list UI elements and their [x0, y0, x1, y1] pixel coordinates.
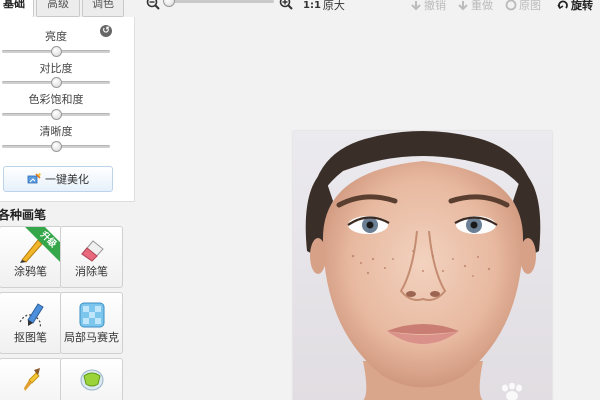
brightness-label: 亮度 — [45, 30, 67, 43]
local-mosaic-label: 局部马赛克 — [64, 331, 119, 344]
one-click-beautify-button[interactable]: 一键美化 — [3, 166, 113, 192]
sharpness-label: 清晰度 — [39, 125, 73, 138]
zoom-slider[interactable] — [166, 0, 274, 3]
paint-brush-tool[interactable] — [0, 358, 62, 400]
undo-label: 撤销 — [424, 0, 446, 12]
tab-advanced[interactable]: 高级 — [36, 0, 80, 17]
brushes-title: 各种画笔 — [0, 208, 47, 222]
rotate-label: 旋转 — [571, 0, 593, 12]
original-image-button[interactable]: 原图 — [505, 0, 541, 13]
rotate-button[interactable]: 旋转 — [557, 0, 593, 13]
zoom-in-icon[interactable] — [279, 0, 293, 10]
cutout-pen-label: 抠图笔 — [14, 331, 47, 344]
paint-bucket-icon — [80, 369, 103, 391]
cutout-pen-tool[interactable]: 抠图笔 — [0, 292, 62, 354]
original-image-label: 原图 — [519, 0, 541, 12]
saturation-label: 色彩饱和度 — [28, 93, 84, 106]
redo-button[interactable]: 重做 — [457, 0, 493, 13]
cutout-pen-icon — [18, 303, 44, 329]
contrast-label: 对比度 — [39, 62, 73, 75]
adjust-panel: ↺ 亮度 对比度 色彩饱和度 清晰度 一键美化 — [0, 17, 135, 202]
paint-brush-icon — [23, 368, 40, 391]
original-image-icon — [505, 0, 517, 11]
saturation-slider[interactable] — [2, 109, 110, 120]
saturation-slider-thumb[interactable] — [51, 109, 62, 120]
paw-watermark-icon — [502, 383, 522, 400]
undo-button[interactable]: 撤销 — [410, 0, 446, 13]
redo-icon — [458, 1, 468, 11]
rotate-icon — [557, 0, 568, 10]
eraser-label: 消除笔 — [75, 265, 108, 278]
brightness-slider[interactable] — [2, 46, 110, 57]
doodle-pen-label: 涂鸦笔 — [14, 265, 47, 278]
redo-label: 重做 — [471, 0, 493, 12]
one-click-beautify-label: 一键美化 — [45, 173, 89, 186]
local-mosaic-tool[interactable]: 局部马赛克 — [60, 292, 123, 354]
paint-bucket-tool[interactable] — [60, 358, 123, 400]
brightness-slider-thumb[interactable] — [51, 46, 62, 57]
zoom-out-icon[interactable] — [146, 0, 160, 10]
mosaic-icon — [79, 302, 104, 328]
contrast-slider-thumb[interactable] — [51, 77, 62, 88]
tab-color-tone[interactable]: 调色 — [82, 0, 124, 17]
eraser-icon — [80, 240, 104, 262]
original-size-label: 原大 — [322, 0, 345, 12]
contrast-slider[interactable] — [2, 77, 110, 88]
sharpness-slider-thumb[interactable] — [51, 141, 62, 152]
eraser-tool[interactable]: 消除笔 — [60, 226, 123, 288]
tab-basic[interactable]: 基础 — [0, 0, 34, 17]
portrait-image — [293, 131, 552, 400]
photo-canvas[interactable] — [293, 131, 552, 400]
original-size-ratio: 1:1 — [303, 0, 321, 11]
zoom-slider-thumb[interactable] — [163, 0, 175, 7]
undo-icon — [411, 1, 421, 11]
doodle-pen-tool[interactable]: 升级 涂鸦笔 — [0, 226, 62, 288]
sharpness-slider[interactable] — [2, 141, 110, 152]
original-size-button[interactable]: 1:1 原大 — [303, 0, 345, 13]
magic-wand-icon — [27, 173, 41, 184]
